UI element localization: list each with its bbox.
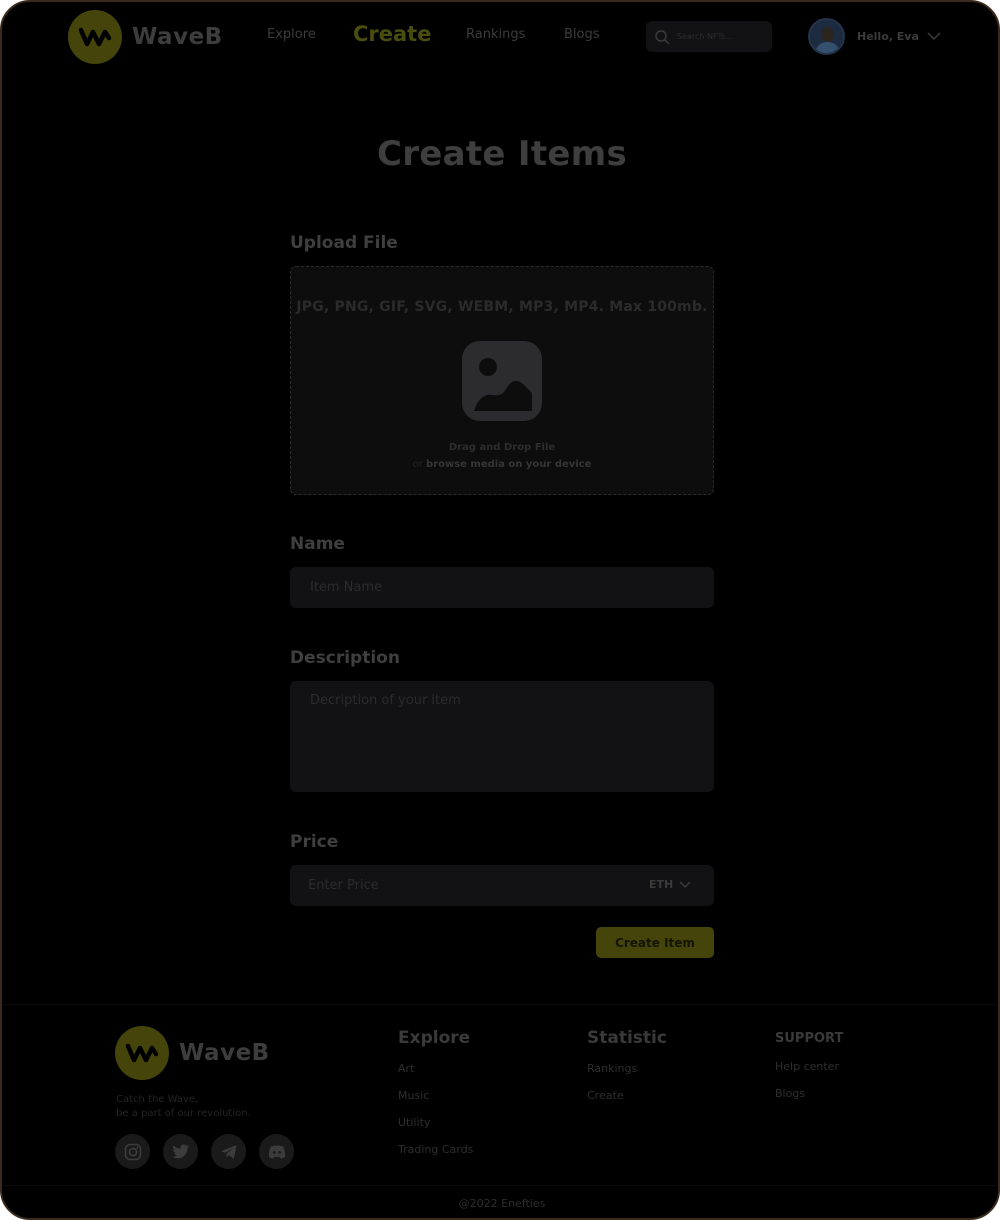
nav-explore[interactable]: Explore <box>267 27 316 42</box>
price-field: ETH <box>290 865 714 906</box>
description-label: Description <box>290 648 400 668</box>
user-greeting: Hello, Eva <box>857 30 919 43</box>
footer-link-blogs[interactable]: Blogs <box>775 1087 843 1100</box>
brand-logo[interactable]: WaveB <box>68 10 223 64</box>
footer-link-music[interactable]: Music <box>398 1089 473 1102</box>
price-input[interactable] <box>290 865 630 906</box>
search-input[interactable]: Search NFTs... <box>646 21 772 52</box>
footer-explore-title: Explore <box>398 1028 471 1048</box>
browse-media-link[interactable]: browse media on your device <box>426 459 591 470</box>
item-name-input[interactable] <box>290 567 714 608</box>
footer-statistic-column: Statistic Rankings Create <box>587 1028 667 1102</box>
footer-link-rankings[interactable]: Rankings <box>587 1062 667 1075</box>
copyright-text: @2022 Enefties <box>458 1197 546 1210</box>
chevron-down-icon[interactable] <box>927 32 941 41</box>
wave-logo-icon <box>68 10 122 64</box>
or-text: or <box>412 459 423 470</box>
tagline-line-1: Catch the Wave, <box>116 1094 199 1105</box>
footer-statistic-title: Statistic <box>587 1028 667 1048</box>
footer-link-utility[interactable]: Utility <box>398 1116 473 1129</box>
twitter-icon[interactable] <box>163 1134 198 1169</box>
footer-link-trading-cards[interactable]: Trading Cards <box>398 1143 473 1156</box>
footer-brand-name: WaveB <box>179 1040 270 1066</box>
brand-name: WaveB <box>132 24 223 50</box>
user-menu[interactable]: Hello, Eva <box>808 18 941 55</box>
price-label: Price <box>290 832 339 852</box>
nav-blogs[interactable]: Blogs <box>564 27 600 42</box>
page-frame: WaveB Explore Create Rankings Blogs Sear… <box>0 0 1000 1220</box>
footer-link-art[interactable]: Art <box>398 1062 473 1075</box>
create-item-button[interactable]: Create Item <box>596 927 714 958</box>
drag-drop-text: Drag and Drop File <box>448 442 556 453</box>
search-placeholder: Search NFTs... <box>677 32 733 41</box>
avatar[interactable] <box>808 18 845 55</box>
footer-divider <box>2 1004 998 1005</box>
search-icon <box>655 29 670 44</box>
page-title: Create Items <box>376 134 628 174</box>
footer-support-column: SUPPORT Help center Blogs <box>775 1028 843 1100</box>
copyright-divider <box>2 1185 998 1186</box>
upload-label: Upload File <box>290 233 398 253</box>
discord-icon[interactable] <box>259 1134 294 1169</box>
name-label: Name <box>290 534 345 554</box>
description-textarea[interactable] <box>290 681 714 792</box>
footer-link-help-center[interactable]: Help center <box>775 1060 843 1073</box>
browse-line: or browse media on your device <box>291 459 713 470</box>
currency-value: ETH <box>649 878 674 891</box>
file-dropzone[interactable]: JPG, PNG, GIF, SVG, WEBM, MP3, MP4. Max … <box>290 266 714 495</box>
footer-tagline: Catch the Wave, be a part of our revolut… <box>116 1093 251 1121</box>
social-links <box>115 1134 294 1169</box>
telegram-icon[interactable] <box>211 1134 246 1169</box>
chevron-down-icon <box>679 880 691 888</box>
footer-link-create[interactable]: Create <box>587 1089 667 1102</box>
wave-logo-icon <box>115 1026 169 1080</box>
footer-logo[interactable]: WaveB <box>115 1026 270 1080</box>
footer-explore-column: Explore Art Music Utility Trading Cards <box>398 1028 473 1156</box>
nav-create[interactable]: Create <box>353 22 431 46</box>
upload-formats-text: JPG, PNG, GIF, SVG, WEBM, MP3, MP4. Max … <box>296 299 708 315</box>
tagline-line-2: be a part of our revolution. <box>116 1108 251 1119</box>
nav-rankings[interactable]: Rankings <box>466 27 525 42</box>
instagram-icon[interactable] <box>115 1134 150 1169</box>
image-icon <box>462 341 542 421</box>
footer-support-title: SUPPORT <box>775 1031 844 1046</box>
top-navbar: WaveB Explore Create Rankings Blogs Sear… <box>2 2 998 74</box>
currency-select[interactable]: ETH <box>649 878 691 891</box>
